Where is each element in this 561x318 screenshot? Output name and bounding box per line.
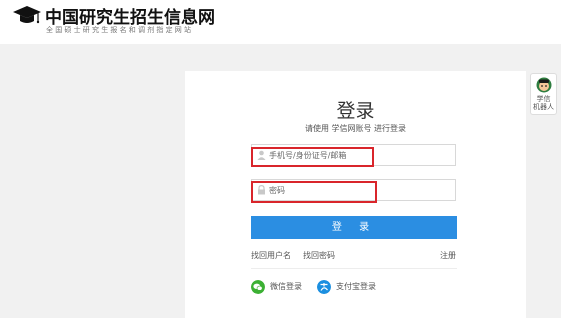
- wechat-login-link[interactable]: 微信登录: [270, 281, 302, 292]
- login-button[interactable]: 登 录: [251, 216, 457, 239]
- user-icon: [257, 150, 266, 160]
- password-field[interactable]: [251, 179, 456, 201]
- password-input[interactable]: [269, 183, 449, 198]
- site-header: 中国研究生招生信息网 全国硕士研究生报名和调剂指定网站: [0, 0, 561, 44]
- username-field[interactable]: [251, 144, 456, 166]
- username-input[interactable]: [269, 148, 449, 163]
- find-username-link[interactable]: 找回用户名: [251, 250, 291, 261]
- find-password-link[interactable]: 找回密码: [303, 250, 335, 261]
- robot-label-line1: 学信: [536, 95, 551, 103]
- robot-label: 学信 机器人: [531, 95, 556, 111]
- robot-avatar-icon: [536, 77, 552, 93]
- wechat-icon[interactable]: [251, 280, 265, 294]
- robot-label-line2: 机器人: [533, 103, 554, 111]
- robot-assistant-button[interactable]: 学信 机器人: [530, 73, 557, 115]
- divider: [251, 268, 457, 269]
- login-card: 登录 请使用 学信网账号 进行登录 登 录 找回用户名 找回密码 注册 微信登录…: [185, 71, 526, 318]
- graduation-cap-icon: [13, 6, 41, 24]
- alipay-icon[interactable]: [317, 280, 331, 294]
- lock-icon: [258, 185, 265, 195]
- login-subtitle: 请使用 学信网账号 进行登录: [304, 124, 407, 133]
- login-title: 登录: [336, 100, 375, 122]
- alipay-login-link[interactable]: 支付宝登录: [336, 281, 376, 292]
- site-subtitle: 全国硕士研究生报名和调剂指定网站: [46, 26, 194, 34]
- register-link[interactable]: 注册: [440, 250, 456, 261]
